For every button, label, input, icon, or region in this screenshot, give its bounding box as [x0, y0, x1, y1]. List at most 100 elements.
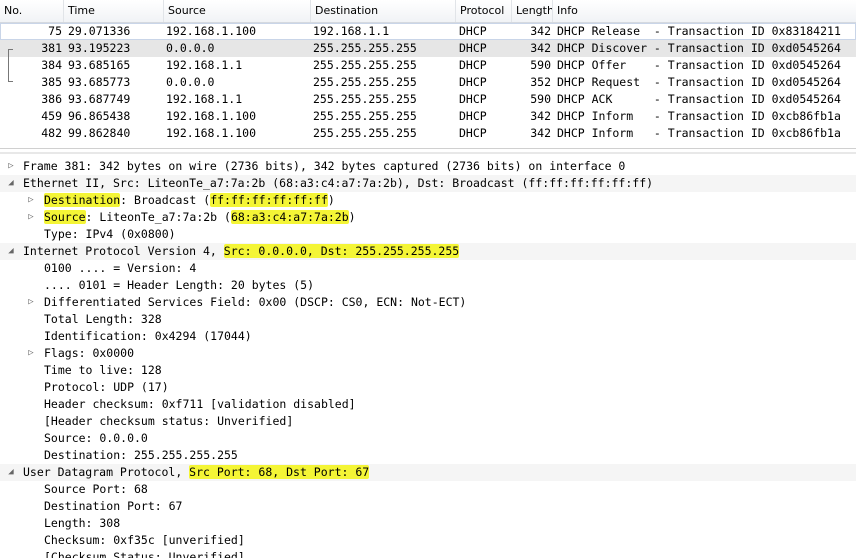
cell-length: 590 [530, 92, 551, 106]
triangle-right-icon[interactable]: ▷ [26, 192, 36, 209]
cell-length: 342 [530, 126, 551, 140]
cell-info: DHCP Request - Transaction ID 0xd0545264 [557, 75, 841, 89]
cell-info: DHCP Inform - Transaction ID 0xcb86fb1a [557, 109, 841, 123]
column-header-info[interactable]: Info [553, 0, 856, 22]
field-tree-item[interactable]: [Checksum Status: Unverified] [0, 549, 856, 558]
triangle-right-icon[interactable]: ▷ [26, 345, 36, 362]
related-packets-bracket [8, 49, 15, 81]
cell-destination: 192.168.1.1 [313, 24, 390, 38]
tree-item-text: Time to live: 128 [44, 362, 162, 379]
tree-item-text: Differentiated Services Field: 0x00 (DSC… [44, 294, 466, 311]
tree-text-segment: ) [327, 193, 335, 207]
field-tree-item[interactable]: 0100 .... = Version: 4 [0, 260, 856, 277]
triangle-down-icon[interactable]: ◢ [6, 243, 16, 260]
packet-row[interactable]: 459 96.865438 192.168.1.100 255.255.255.255… [0, 108, 856, 125]
field-tree-item[interactable]: .... 0101 = Header Length: 20 bytes (5) [0, 277, 856, 294]
field-tree-item[interactable]: Time to live: 128 [0, 362, 856, 379]
tree-text-segment: Source: 0.0.0.0 [44, 431, 148, 445]
cell-info: DHCP Offer - Transaction ID 0xd0545264 [557, 58, 841, 72]
cell-length: 342 [530, 41, 551, 55]
field-tree-item[interactable]: Source Port: 68 [0, 481, 856, 498]
cell-destination: 255.255.255.255 [313, 41, 417, 55]
field-tree-item[interactable]: ▷ Flags: 0x0000 [0, 345, 856, 362]
column-header-time[interactable]: Time [64, 0, 164, 22]
cell-no: 482 [41, 126, 62, 140]
field-tree-item[interactable]: Protocol: UDP (17) [0, 379, 856, 396]
cell-info: DHCP Discover - Transaction ID 0xd054526… [557, 41, 841, 55]
tree-item-text: Destination: Broadcast (ff:ff:ff:ff:ff:f… [44, 192, 335, 209]
cell-info: DHCP Inform - Transaction ID 0xcb86fb1a [557, 126, 841, 140]
column-header-no[interactable]: No. [0, 0, 64, 22]
cell-length: 352 [530, 75, 551, 89]
cell-no: 459 [41, 109, 62, 123]
cell-length: 342 [530, 24, 551, 38]
cell-protocol: DHCP [459, 92, 487, 106]
highlighted-text: Source [44, 210, 86, 224]
tree-text-segment: 0100 .... = Version: 4 [44, 261, 197, 275]
cell-time: 93.685165 [68, 58, 131, 72]
packet-row[interactable]: 384 93.685165 192.168.1.1 255.255.255.255 DH… [0, 57, 856, 74]
protocol-tree-item[interactable]: ◢ User Datagram Protocol, Src Port: 68, D… [0, 464, 856, 481]
tree-item-text: Protocol: UDP (17) [44, 379, 169, 396]
related-packets-bracket-bottom [8, 81, 13, 82]
tree-text-segment: [Header checksum status: Unverified] [44, 414, 294, 428]
tree-text-segment: Ethernet II, Src: LiteonTe_a7:7a:2b (68:… [23, 176, 654, 190]
protocol-tree-item[interactable]: ◢ Internet Protocol Version 4, Src: 0.0.0… [0, 243, 856, 260]
field-tree-item[interactable]: Length: 308 [0, 515, 856, 532]
field-tree-item[interactable]: [Header checksum status: Unverified] [0, 413, 856, 430]
field-tree-item[interactable]: ▷ Differentiated Services Field: 0x00 (DS… [0, 294, 856, 311]
field-tree-item[interactable]: Total Length: 328 [0, 311, 856, 328]
packet-row-selected[interactable]: 381 93.195223 0.0.0.0 255.255.255.255 DHCP 34… [0, 40, 856, 57]
column-header-source[interactable]: Source [164, 0, 311, 22]
field-tree-item[interactable]: Source: 0.0.0.0 [0, 430, 856, 447]
field-tree-item[interactable]: Destination Port: 67 [0, 498, 856, 515]
tree-item-text: Source: LiteonTe_a7:7a:2b (68:a3:c4:a7:7… [44, 209, 356, 226]
tree-text-segment: ) [348, 210, 356, 224]
packet-details-tree[interactable]: ▷ Frame 381: 342 bytes on wire (2736 bits… [0, 157, 856, 558]
packet-row[interactable]: 386 93.687749 192.168.1.1 255.255.255.255 DH… [0, 91, 856, 108]
cell-info: DHCP Release - Transaction ID 0x83184211 [557, 24, 841, 38]
packet-row[interactable]: 75 29.071336 192.168.1.100 192.168.1.1 DHCP 3… [0, 23, 856, 40]
pane-splitter[interactable] [0, 148, 856, 157]
cell-destination: 255.255.255.255 [313, 58, 417, 72]
column-header-protocol[interactable]: Protocol [456, 0, 512, 22]
cell-destination: 255.255.255.255 [313, 75, 417, 89]
column-header-length[interactable]: Length [512, 0, 553, 22]
tree-item-text: Length: 308 [44, 515, 120, 532]
triangle-right-icon[interactable]: ▷ [6, 158, 16, 175]
tree-item-text: Frame 381: 342 bytes on wire (2736 bits)… [23, 158, 625, 175]
column-header-destination[interactable]: Destination [311, 0, 456, 22]
triangle-down-icon[interactable]: ◢ [6, 464, 16, 481]
protocol-tree-item[interactable]: ◢ Ethernet II, Src: LiteonTe_a7:7a:2b (68… [0, 175, 856, 192]
triangle-right-icon[interactable]: ▷ [26, 294, 36, 311]
cell-protocol: DHCP [459, 24, 487, 38]
cell-source: 192.168.1.1 [166, 92, 243, 106]
packet-list-header: No. Time Source Destination Protocol Len… [0, 0, 856, 23]
cell-time: 93.685773 [68, 75, 131, 89]
tree-item-text: Source Port: 68 [44, 481, 148, 498]
packet-list[interactable]: No. Time Source Destination Protocol Len… [0, 0, 856, 148]
field-tree-item[interactable]: ▷ Frame 381: 342 bytes on wire (2736 bits… [0, 158, 856, 175]
field-tree-item[interactable]: Type: IPv4 (0x0800) [0, 226, 856, 243]
cell-protocol: DHCP [459, 75, 487, 89]
triangle-right-icon[interactable]: ▷ [26, 209, 36, 226]
cell-destination: 255.255.255.255 [313, 126, 417, 140]
wireshark-window: No. Time Source Destination Protocol Len… [0, 0, 856, 558]
field-tree-item[interactable]: Header checksum: 0xf711 [validation disa… [0, 396, 856, 413]
field-tree-item[interactable]: ▷ Destination: Broadcast (ff:ff:ff:ff:ff:… [0, 192, 856, 209]
packet-row[interactable]: 482 99.862840 192.168.1.100 255.255.255.255… [0, 125, 856, 142]
highlighted-text: ff:ff:ff:ff:ff:ff [210, 193, 328, 207]
cell-source: 0.0.0.0 [166, 75, 215, 89]
field-tree-item[interactable]: ▷ Source: LiteonTe_a7:7a:2b (68:a3:c4:a7:… [0, 209, 856, 226]
triangle-down-icon[interactable]: ◢ [6, 175, 16, 192]
cell-protocol: DHCP [459, 41, 487, 55]
tree-item-text: 0100 .... = Version: 4 [44, 260, 196, 277]
tree-text-segment: Protocol: UDP (17) [44, 380, 169, 394]
tree-text-segment: Internet Protocol Version 4, [23, 244, 224, 258]
packet-row[interactable]: 385 93.685773 0.0.0.0 255.255.255.255 DHCP 35… [0, 74, 856, 91]
field-tree-item[interactable]: Destination: 255.255.255.255 [0, 447, 856, 464]
field-tree-item[interactable]: Checksum: 0xf35c [unverified] [0, 532, 856, 549]
field-tree-item[interactable]: Identification: 0x4294 (17044) [0, 328, 856, 345]
tree-text-segment: Flags: 0x0000 [44, 346, 135, 360]
cell-source: 192.168.1.100 [166, 126, 257, 140]
